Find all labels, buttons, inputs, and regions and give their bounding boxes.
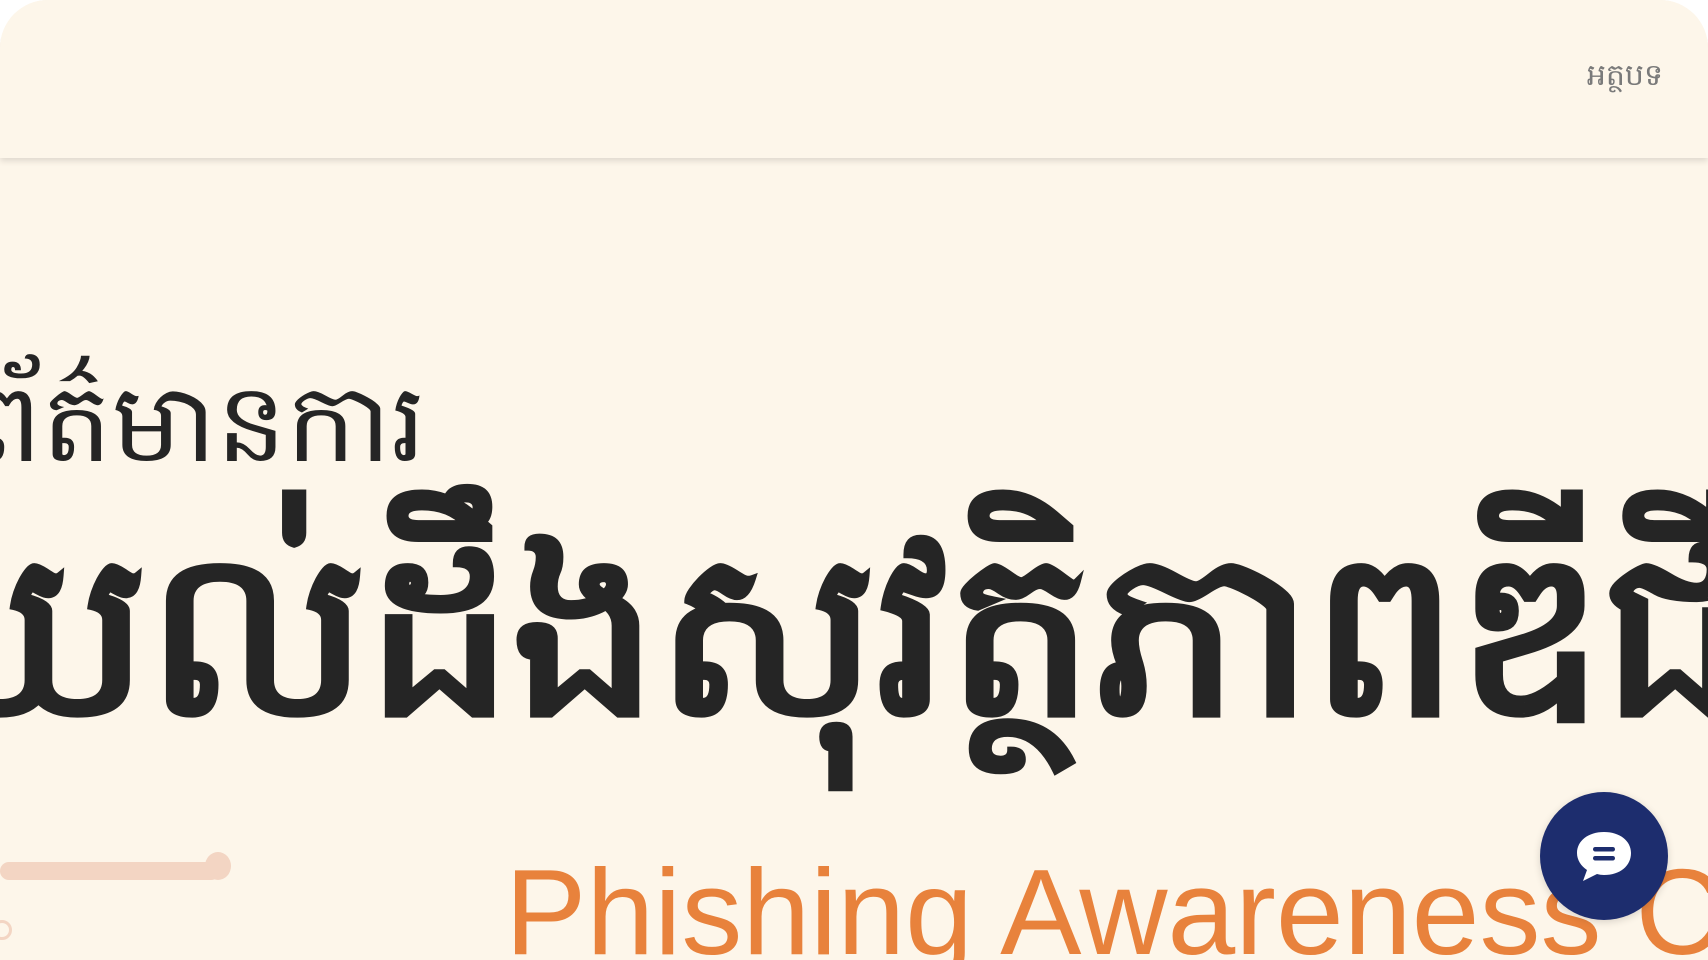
decorative-ring: [0, 920, 12, 940]
chat-bubble-icon: [1577, 832, 1631, 881]
hero-banner: ព័ត៌មានការ យល់ដឹងសុវត្ថិភាពឌីជីថល Phishi…: [0, 158, 1708, 960]
hero-subtitle-khmer: ព័ត៌មានការ: [0, 359, 426, 487]
hero-title-english: Phishing Awareness Campaign: [505, 844, 1708, 960]
decorative-dot: [205, 852, 231, 880]
page: អត្ថបទ ព័ត៌មានការ យល់ដឹងសុវត្ថិភាពឌីជីថល…: [0, 0, 1708, 960]
nav-link-article[interactable]: អត្ថបទ: [1587, 56, 1663, 100]
hero-title-khmer: យល់ដឹងសុវត្ថិភាពឌីជីថល: [0, 499, 1708, 769]
chat-button[interactable]: [1540, 792, 1668, 920]
site-header: អត្ថបទ: [0, 0, 1708, 158]
decorative-line: [0, 862, 220, 880]
